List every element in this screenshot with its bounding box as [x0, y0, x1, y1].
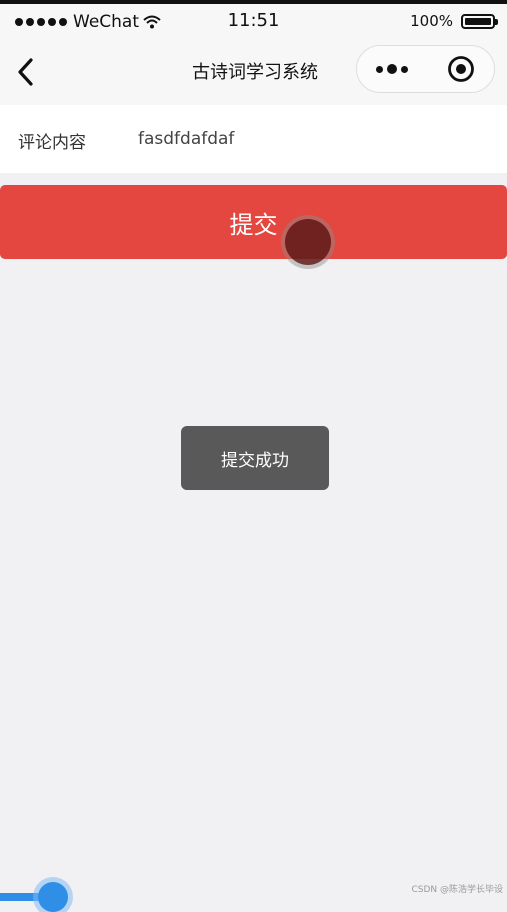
- comment-form-row: 评论内容: [0, 105, 507, 173]
- more-dots-icon: [375, 64, 408, 74]
- comment-input[interactable]: [138, 123, 478, 155]
- battery-icon: [461, 13, 498, 29]
- back-button[interactable]: [8, 54, 44, 90]
- target-circle-icon: [447, 56, 474, 82]
- status-bar: WeChat 11:51 100%: [0, 4, 507, 42]
- page-title: 古诗词学习系统: [192, 62, 318, 83]
- csdn-watermark: CSDN @陈浩学长毕设: [411, 885, 503, 895]
- close-miniprogram-button[interactable]: [426, 46, 495, 92]
- chevron-left-icon: [18, 58, 33, 86]
- comment-label: 评论内容: [18, 133, 86, 153]
- submit-button[interactable]: 提交: [0, 185, 507, 259]
- nav-bar: 古诗词学习系统: [0, 42, 507, 105]
- success-toast: 提交成功: [181, 426, 329, 490]
- status-bar-right: 100%: [410, 12, 498, 30]
- mini-program-capsule: [356, 45, 495, 93]
- floating-ball[interactable]: [38, 882, 68, 912]
- battery-percent: 100%: [410, 12, 453, 30]
- more-button[interactable]: [357, 46, 426, 92]
